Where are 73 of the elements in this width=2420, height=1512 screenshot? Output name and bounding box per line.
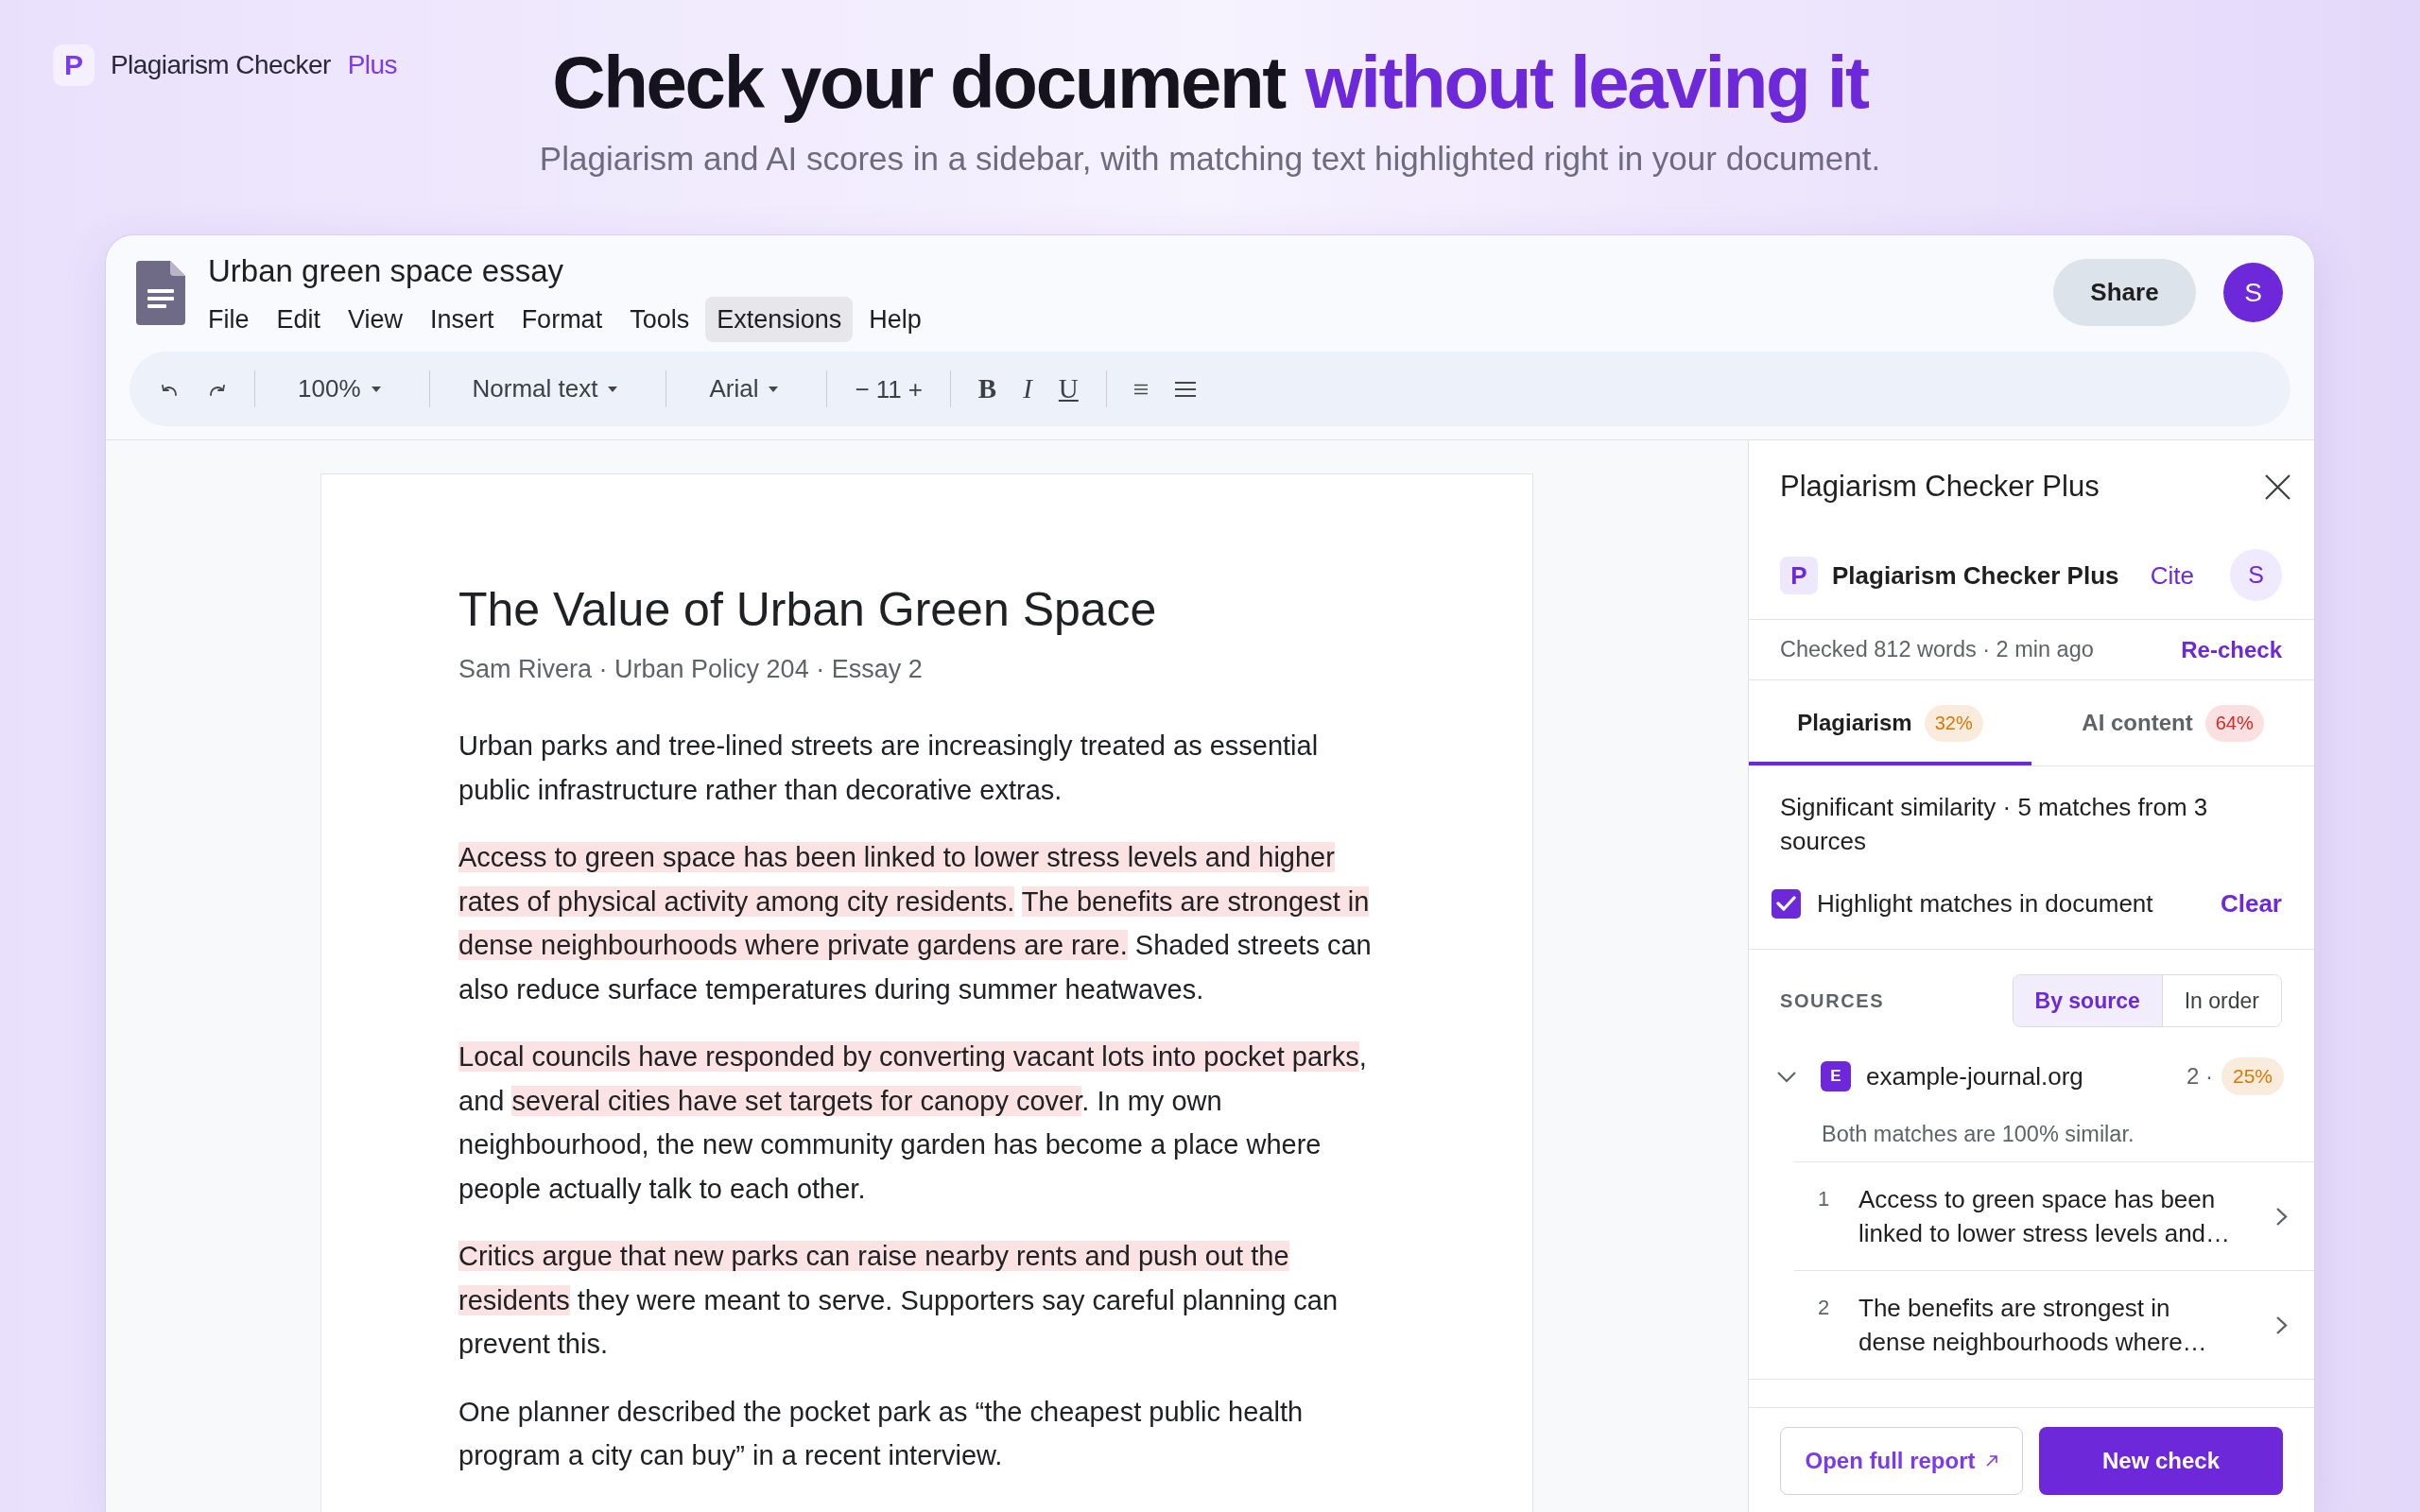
check-icon xyxy=(1776,896,1796,911)
clear-link[interactable]: Clear xyxy=(2220,885,2282,922)
checkbox-label[interactable]: Highlight matches in document xyxy=(1817,885,2153,922)
document-heading: The Value of Urban Green Space xyxy=(458,582,1157,638)
view-option[interactable]: In order xyxy=(2161,975,2281,1026)
menu-item[interactable]: Tools xyxy=(618,297,701,342)
caret-down-icon xyxy=(371,386,381,392)
font-dropdown[interactable]: Arial xyxy=(694,370,800,407)
paragraph: Local councils have responded by converting vacant lots into pocket parks, and several cities have set targets for canopy cover. In my own neighbourhood, the new community garden has become a place where people actually talk to each other. xyxy=(458,1040,1368,1206)
hero-subtitle: Plagiarism and AI scores in a sidebar, with matching text highlighted right in your document. xyxy=(539,139,1881,179)
font-size-value[interactable]: 11 xyxy=(875,376,902,402)
brand-name: Plagiarism Checker xyxy=(111,49,331,81)
plan-label: Plus xyxy=(347,49,397,81)
recheck-link[interactable]: Re-check xyxy=(2181,632,2282,667)
score-badge: 32% xyxy=(1924,704,1983,742)
menu-item[interactable]: Format xyxy=(510,297,614,342)
score-badge: 25% xyxy=(2221,1057,2284,1095)
source-note: Both matches are 100% similar. xyxy=(1822,1121,2135,1148)
source-favicon: E xyxy=(1821,1061,1851,1091)
document-byline: Sam Rivera · Urban Policy 204 · Essay 2 xyxy=(458,654,923,685)
match-number: 1 xyxy=(1818,1186,1831,1212)
user-avatar[interactable]: S xyxy=(2223,263,2283,322)
match-number: 2 xyxy=(1818,1295,1831,1321)
menu-item[interactable]: Edit xyxy=(265,297,333,342)
arrow-up-right-icon xyxy=(1984,1454,1998,1468)
menu-item[interactable]: File xyxy=(197,297,261,342)
close-icon[interactable] xyxy=(2265,473,2290,500)
new-check-button[interactable]: New check xyxy=(2039,1427,2283,1495)
menu-item[interactable]: Insert xyxy=(419,297,506,342)
view-option[interactable]: By source xyxy=(2013,975,2162,1026)
cite-link[interactable]: Cite xyxy=(2150,558,2194,592)
tab[interactable]: Plagiarism 32% xyxy=(1749,680,2031,765)
paragraph: One planner described the pocket park as “the cheapest public health program a city can buy” in a recent interview. xyxy=(458,1395,1305,1472)
score-badge: 64% xyxy=(2204,704,2264,742)
sidebar-title: Plagiarism Checker Plus xyxy=(1780,469,2100,505)
chevron-right-icon[interactable] xyxy=(2275,1314,2288,1335)
menu-item[interactable]: View xyxy=(337,297,415,342)
list-icon[interactable] xyxy=(1174,380,1196,398)
document-icon xyxy=(136,261,185,325)
format-button[interactable]: B xyxy=(977,375,997,403)
decrease-font-size-button[interactable]: − xyxy=(855,376,870,402)
increase-font-size-button[interactable]: + xyxy=(908,376,923,402)
app-logo: P xyxy=(53,44,95,86)
chevron-down-icon[interactable] xyxy=(1776,1070,1797,1083)
format-button[interactable]: U xyxy=(1058,375,1079,403)
document-title[interactable]: Urban green space essay xyxy=(208,252,564,290)
chevron-right-icon[interactable] xyxy=(2275,1206,2288,1227)
open-report-button[interactable]: Open full report xyxy=(1780,1427,2023,1495)
match-count: 2 · xyxy=(2186,1062,2213,1091)
match-excerpt[interactable]: Access to green space has been linked to lower stress levels and… xyxy=(1858,1182,2237,1250)
paragraph: Urban parks and tree-lined streets are increasingly treated as essential public infrastructure rather than decorative extras. xyxy=(458,730,1320,807)
similarity-summary: Significant similarity · 5 matches from 3 sources xyxy=(1780,792,2209,857)
share-button[interactable]: Share xyxy=(2053,259,2196,326)
zoom-dropdown[interactable]: 100% xyxy=(283,370,402,407)
brand-logo: P xyxy=(1780,556,1818,594)
paragraph: Access to green space has been linked to lower stress levels and higher rates of physical activity among city residents. The benefits are strongest in dense neighbourhoods where private gardens are rare. Shaded streets can also reduce surface temperatures during summer heatwaves. xyxy=(458,841,1373,1006)
check-status: Checked 812 words · 2 min ago xyxy=(1780,635,2094,663)
menu-item[interactable]: Extensions xyxy=(705,297,854,342)
checkbox[interactable] xyxy=(1772,888,1801,919)
source-domain[interactable]: example-journal.org xyxy=(1866,1057,2083,1095)
sources-heading: SOURCES xyxy=(1780,989,1885,1013)
tab[interactable]: AI content 64% xyxy=(2031,680,2314,765)
brand-title: Plagiarism Checker Plus xyxy=(1832,559,2119,592)
align-icon[interactable] xyxy=(1133,383,1148,395)
paragraph: Critics argue that new parks can raise nearby rents and push out the residents they were meant to serve. Supporters say careful planning can prevent this. xyxy=(458,1240,1340,1361)
menu-item[interactable]: Help xyxy=(857,297,933,342)
account-avatar[interactable]: S xyxy=(2230,549,2282,601)
caret-down-icon xyxy=(608,386,618,392)
hero-title: Check your document without leaving it xyxy=(552,42,1868,123)
text-style-dropdown[interactable]: Normal text xyxy=(457,370,639,407)
caret-down-icon xyxy=(769,386,779,392)
match-excerpt[interactable]: The benefits are strongest in dense neighbourhoods where… xyxy=(1858,1291,2237,1359)
format-button[interactable]: I xyxy=(1023,375,1032,403)
